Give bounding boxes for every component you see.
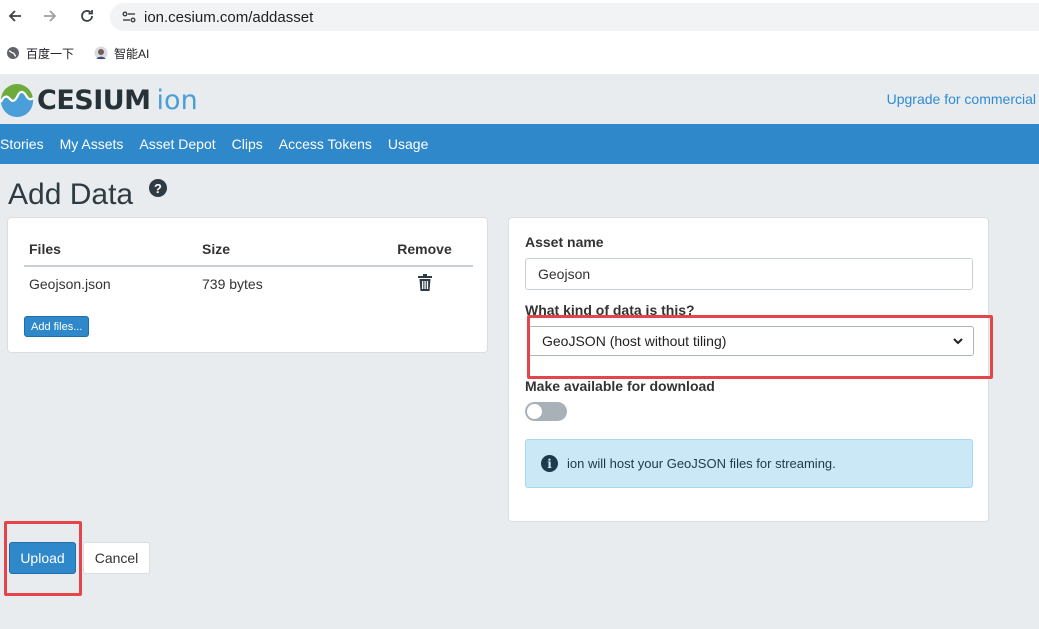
back-arrow-icon[interactable] — [4, 5, 26, 27]
cancel-button[interactable]: Cancel — [83, 542, 150, 574]
files-table-header: Files Size Remove — [24, 232, 473, 267]
nav-clips[interactable]: Clips — [232, 136, 263, 152]
files-card: Files Size Remove Geojson.json 739 bytes… — [7, 217, 488, 353]
trash-icon — [417, 274, 432, 291]
bookmark-ai[interactable]: 智能AI — [94, 45, 149, 62]
cesium-logo-icon — [0, 84, 34, 117]
remove-file-button[interactable] — [376, 274, 473, 294]
files-table: Files Size Remove Geojson.json 739 bytes — [24, 232, 473, 301]
bookmark-label: 百度一下 — [26, 46, 75, 61]
info-text: ion will host your GeoJSON files for str… — [567, 456, 836, 471]
info-alert: i ion will host your GeoJSON files for s… — [525, 439, 973, 488]
header-size: Size — [202, 240, 231, 257]
address-bar[interactable]: ion.cesium.com/addasset — [110, 3, 1039, 31]
asset-name-input[interactable]: Geojson — [525, 258, 973, 290]
url-text: ion.cesium.com/addasset — [144, 8, 314, 26]
upload-button[interactable]: Upload — [9, 542, 76, 574]
add-files-button[interactable]: Add files... — [24, 316, 90, 337]
site-info-icon[interactable] — [114, 9, 144, 25]
toggle-knob — [527, 404, 542, 419]
app-header: CESIUM ion Upgrade for commercial — [0, 74, 1039, 124]
highlight-box-select — [527, 315, 993, 379]
table-row: Geojson.json 739 bytes — [24, 267, 473, 301]
cesium-logo[interactable]: CESIUM ion — [0, 80, 198, 120]
nav-asset-depot[interactable]: Asset Depot — [139, 136, 215, 152]
download-toggle[interactable] — [525, 402, 567, 421]
help-icon[interactable]: ? — [149, 179, 167, 197]
forward-arrow-icon[interactable] — [39, 5, 61, 27]
header-remove: Remove — [397, 240, 452, 257]
asset-name-label: Asset name — [525, 234, 604, 250]
info-icon: i — [541, 455, 558, 472]
reload-icon[interactable] — [76, 5, 98, 27]
logo-ion: ion — [156, 84, 198, 116]
download-label: Make available for download — [525, 378, 715, 394]
page-title: Add Data — [8, 178, 134, 211]
file-size: 739 bytes — [202, 276, 263, 292]
bookmark-label: 智能AI — [114, 46, 150, 61]
header-files: Files — [29, 240, 61, 257]
avatar-icon — [94, 46, 108, 60]
main-nav: Stories My Assets Asset Depot Clips Acce… — [0, 124, 1039, 164]
bookmark-baidu[interactable]: 百度一下 — [6, 45, 74, 62]
globe-icon — [7, 47, 19, 59]
nav-usage[interactable]: Usage — [388, 136, 428, 152]
file-name: Geojson.json — [29, 276, 111, 292]
upgrade-link[interactable]: Upgrade for commercial — [887, 91, 1036, 107]
nav-my-assets[interactable]: My Assets — [60, 136, 124, 152]
logo-text: CESIUM — [37, 84, 151, 116]
nav-stories[interactable]: Stories — [0, 136, 44, 152]
browser-chrome: ion.cesium.com/addasset 百度一下 智能AI — [0, 0, 1039, 74]
nav-access-tokens[interactable]: Access Tokens — [279, 136, 372, 152]
bookmarks-bar: 百度一下 智能AI — [0, 42, 163, 64]
